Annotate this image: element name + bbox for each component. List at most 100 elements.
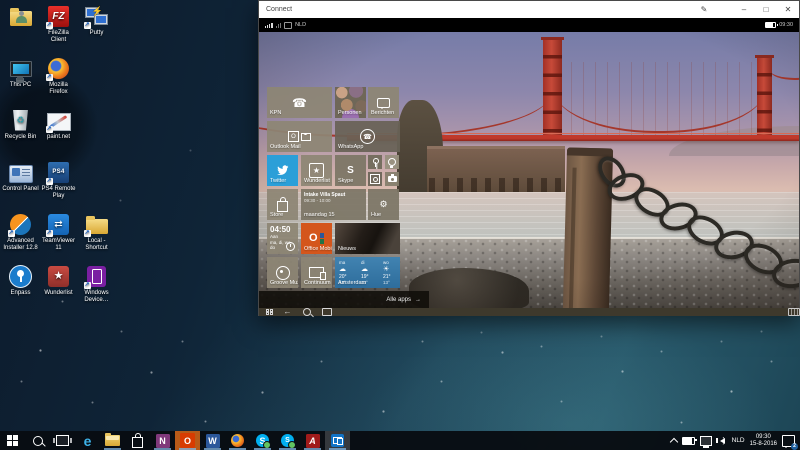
nav-search-icon[interactable] bbox=[302, 308, 311, 316]
taskbar-store-icon[interactable] bbox=[125, 431, 150, 450]
tile-safe-small[interactable] bbox=[368, 172, 382, 186]
desktop-icon-firefox[interactable]: ↗ Mozilla Firefox bbox=[40, 56, 77, 96]
network-icon[interactable] bbox=[699, 435, 712, 448]
shortcut-arrow-icon: ↗ bbox=[45, 22, 53, 29]
shortcut-arrow-icon: ↗ bbox=[83, 282, 91, 289]
taskbar-task-view-icon[interactable] bbox=[50, 431, 75, 450]
maximize-button[interactable]: □ bbox=[755, 1, 777, 18]
tile-phone[interactable]: ☎ KPN bbox=[267, 87, 332, 118]
notification-badge: 2 bbox=[791, 442, 798, 450]
connect-titlebar[interactable]: Connect ✎ – □ ✕ bbox=[259, 1, 799, 18]
desktop-icon-user-folder[interactable] bbox=[2, 4, 39, 30]
taskbar-search-icon[interactable] bbox=[25, 431, 50, 450]
weather-cloud-icon: ☁ bbox=[361, 265, 368, 273]
tile-weather[interactable]: ma ☁ 20° 13° di ☁ 19° 13° wo ☀ 21° 13° Amsterdam bbox=[335, 257, 400, 288]
user-folder-icon bbox=[9, 4, 33, 28]
taskbar-start-icon[interactable] bbox=[0, 431, 25, 450]
tray-date: 15-8-2016 bbox=[749, 440, 777, 447]
phone-clock: 09:30 bbox=[779, 22, 793, 28]
weather-sun-icon: ☀ bbox=[383, 265, 390, 273]
taskbar-onenote-icon[interactable]: N bbox=[150, 431, 175, 450]
tile-hue[interactable]: ⚙ Hue bbox=[368, 189, 399, 220]
tile-hue-small[interactable] bbox=[385, 155, 399, 169]
desktop-icon-putty[interactable]: ⚡ ↗ Putty bbox=[78, 4, 115, 37]
tray-clock[interactable]: 09:30 15-8-2016 bbox=[750, 434, 777, 448]
desktop-icon-advanced-installer[interactable]: ↗ Advanced Installer 12.8 bbox=[2, 212, 39, 252]
nav-task-view-icon[interactable] bbox=[321, 308, 332, 316]
desktop-icon-label: This PC bbox=[9, 82, 32, 88]
desktop-icon-wunderlist[interactable]: ★ Wunderlist bbox=[40, 264, 77, 297]
minimize-button[interactable]: – bbox=[733, 1, 755, 18]
action-center-icon[interactable]: 2 bbox=[782, 434, 798, 450]
desktop-icon-paint-net[interactable]: ↗ paint.net bbox=[40, 108, 77, 141]
taskbar-office-icon[interactable]: O bbox=[175, 431, 200, 450]
nav-back-icon[interactable]: ← bbox=[284, 307, 292, 316]
taskbar-skype-business-icon[interactable]: S bbox=[275, 431, 300, 450]
taskbar-file-explorer-icon[interactable] bbox=[100, 431, 125, 450]
battery-icon[interactable] bbox=[681, 436, 697, 445]
desktop-icon-filezilla[interactable]: FZ ↗ FileZilla Client bbox=[40, 4, 77, 44]
camera-icon bbox=[385, 172, 399, 186]
tile-groove[interactable]: Groove Muziek bbox=[267, 257, 298, 288]
teamviewer-icon: ⇄ ↗ bbox=[45, 212, 71, 237]
close-button[interactable]: ✕ bbox=[777, 1, 799, 18]
tile-twitter[interactable]: Twitter bbox=[267, 155, 298, 186]
shortcut-arrow-icon: ↗ bbox=[45, 178, 53, 185]
tile-label: Personen bbox=[338, 110, 362, 116]
phone-status-bar: NLD 09:30 bbox=[259, 18, 799, 32]
tile-enpass-small[interactable] bbox=[368, 155, 382, 169]
desktop-icon-teamviewer[interactable]: ⇄ ↗ TeamViewer 11 bbox=[40, 212, 77, 252]
desktop-icon-enpass[interactable]: Enpass bbox=[2, 264, 39, 297]
tile-store[interactable]: Store bbox=[267, 189, 298, 220]
desktop-icon-recycle-bin[interactable]: ♻ Recycle Bin bbox=[2, 108, 39, 141]
tile-continuum[interactable]: Continuum bbox=[301, 257, 332, 288]
chevron-up-icon[interactable] bbox=[669, 437, 678, 447]
wallpaper-stars bbox=[0, 0, 1, 1]
language-indicator[interactable]: NLD bbox=[732, 437, 745, 444]
tile-news[interactable]: Nieuws bbox=[335, 223, 400, 254]
tile-outlook-mail[interactable]: O Outlook Mail bbox=[267, 121, 332, 152]
desktop-icon-control-panel[interactable]: Control Panel bbox=[2, 160, 39, 193]
tile-messaging[interactable]: Berichten bbox=[368, 87, 399, 118]
desktop-icon-this-pc[interactable]: This PC bbox=[2, 56, 39, 89]
tile-label: Continuum bbox=[304, 280, 331, 286]
local-shortcut-icon: ↗ bbox=[83, 212, 109, 237]
connect-window[interactable]: Connect ✎ – □ ✕ NLD 09:30 ☎ KPN Personen… bbox=[258, 0, 800, 316]
phone-screen-mirror: ☎ KPN Personen Berichten O Outlook Mail ☎ Whats… bbox=[259, 32, 799, 308]
desktop-icon-local-shortcut[interactable]: ↗ Local - Shortcut bbox=[78, 212, 115, 252]
tile-label: Groove Muziek bbox=[270, 280, 298, 286]
taskbar-connect-icon[interactable] bbox=[325, 431, 350, 450]
desktop-icon-label: Wunderlist bbox=[44, 290, 73, 296]
edit-pen-icon[interactable]: ✎ bbox=[693, 1, 715, 18]
taskbar-edge-icon[interactable]: e bbox=[75, 431, 100, 450]
tile-agenda[interactable]: Intake Villa Spaut 09:30 - 10:00 maandag 1… bbox=[301, 189, 366, 220]
ps4-remote-play-icon: PS4 ↗ bbox=[45, 160, 71, 185]
desktop-icon-windows-device[interactable]: ↗ Windows Device… bbox=[78, 264, 115, 304]
tile-camera-small[interactable] bbox=[385, 172, 399, 186]
nav-keyboard-icon[interactable] bbox=[788, 308, 800, 316]
nav-windows-icon[interactable] bbox=[266, 308, 273, 316]
taskbar-skype-icon[interactable]: S bbox=[250, 431, 275, 450]
tile-label: Twitter bbox=[270, 178, 287, 184]
tile-office[interactable]: OOffice Mobile bbox=[301, 223, 332, 254]
tile-skype[interactable]: S Skype bbox=[335, 155, 366, 186]
desktop-icon-label: Local - Shortcut bbox=[85, 238, 108, 251]
all-apps-bar[interactable]: Alle apps → bbox=[259, 291, 429, 308]
desktop-icon-ps4-remote-play[interactable]: PS4 ↗ PS4 Remote Play bbox=[40, 160, 77, 200]
window-title: Connect bbox=[266, 6, 293, 13]
agenda-event-time: 09:30 - 10:00 bbox=[304, 198, 331, 203]
tile-people[interactable]: Personen bbox=[335, 87, 366, 118]
tile-whatsapp[interactable]: ☎ WhatsApp bbox=[335, 121, 400, 152]
tile-wunderlist[interactable]: ★ Wunderlist bbox=[301, 155, 332, 186]
taskbar-firefox-icon[interactable] bbox=[225, 431, 250, 450]
shortcut-arrow-icon: ↗ bbox=[45, 126, 53, 133]
tile-alarms[interactable]: 04:50 Aan ma, di, wo, do bbox=[267, 223, 298, 254]
taskbar-acrobat-icon[interactable]: A bbox=[300, 431, 325, 450]
volume-icon[interactable] bbox=[715, 436, 725, 445]
shortcut-arrow-icon: ↗ bbox=[45, 230, 53, 237]
tile-label: Amsterdam bbox=[338, 280, 367, 286]
desktop-icon-label: PS4 Remote Play bbox=[41, 186, 76, 199]
taskbar-word-icon[interactable]: W bbox=[200, 431, 225, 450]
bulb-icon bbox=[385, 155, 399, 169]
desktop-icon-label: FileZilla Client bbox=[48, 30, 69, 43]
